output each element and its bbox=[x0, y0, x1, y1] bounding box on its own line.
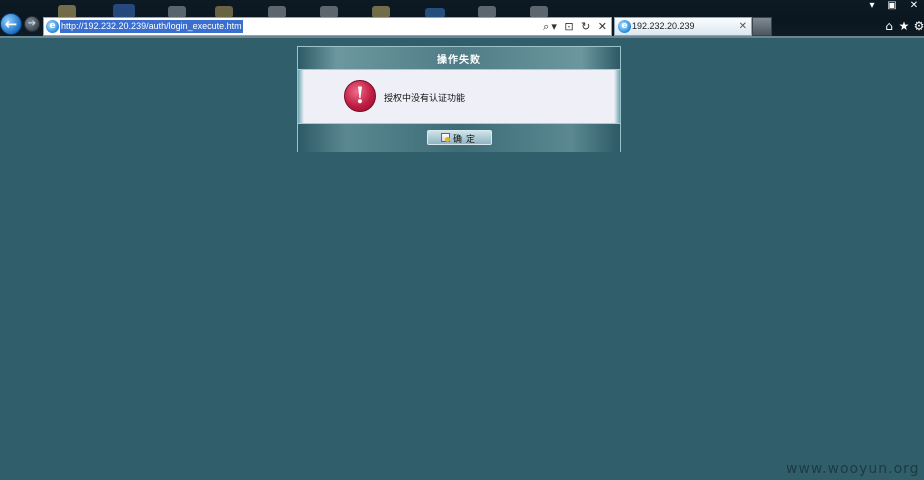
home-icon[interactable]: ⌂ bbox=[882, 19, 896, 33]
watermark: www.wooyun.org bbox=[786, 461, 920, 477]
restore-icon: ▣ bbox=[887, 0, 897, 11]
restore-button[interactable]: ▣ bbox=[884, 0, 900, 12]
back-button[interactable]: ← bbox=[0, 13, 22, 35]
browser-chrome: ← ➔ e http://192.232.20.239/auth/login_e… bbox=[0, 0, 924, 37]
forward-arrow-icon: ➔ bbox=[27, 18, 37, 29]
close-icon: ✕ bbox=[909, 0, 919, 11]
address-tools-icons[interactable]: ⌕▾ ⊡ ↻ ✕ bbox=[543, 18, 609, 35]
minimize-button[interactable]: ▾ bbox=[864, 0, 880, 12]
dialog-header: 操作失败 bbox=[298, 47, 620, 70]
ie-page-icon: e bbox=[46, 20, 59, 33]
dialog-footer: 确定 bbox=[298, 123, 620, 152]
confirm-icon bbox=[441, 133, 450, 142]
address-bar[interactable]: e http://192.232.20.239/auth/login_execu… bbox=[43, 17, 612, 36]
desktop-icon-app bbox=[113, 4, 135, 18]
forward-button[interactable]: ➔ bbox=[24, 16, 40, 32]
tab-title: 192.232.20.239 bbox=[632, 21, 695, 31]
dialog-title: 操作失败 bbox=[437, 55, 481, 66]
back-arrow-icon: ← bbox=[4, 15, 18, 33]
error-dialog: 操作失败 ! 授权中没有认证功能 确定 bbox=[297, 46, 621, 152]
favorites-star-icon[interactable]: ★ bbox=[897, 19, 911, 33]
chrome-divider bbox=[0, 36, 924, 38]
tab-current[interactable]: e 192.232.20.239 ✕ bbox=[614, 17, 752, 36]
dialog-body: ! 授权中没有认证功能 bbox=[298, 70, 620, 123]
dialog-message: 授权中没有认证功能 bbox=[384, 94, 466, 104]
ok-button-label: 确定 bbox=[453, 135, 480, 145]
ie-tab-icon: e bbox=[618, 20, 631, 33]
gear-icon[interactable]: ⚙ bbox=[912, 19, 924, 33]
minimize-icon: ▾ bbox=[869, 0, 875, 11]
close-window-button[interactable]: ✕ bbox=[906, 0, 922, 12]
exclamation-icon: ! bbox=[344, 80, 376, 112]
address-url[interactable]: http://192.232.20.239/auth/login_execute… bbox=[60, 20, 243, 33]
tab-close-icon[interactable]: ✕ bbox=[739, 20, 747, 33]
new-tab-button[interactable] bbox=[752, 17, 772, 36]
ok-button[interactable]: 确定 bbox=[427, 130, 492, 145]
